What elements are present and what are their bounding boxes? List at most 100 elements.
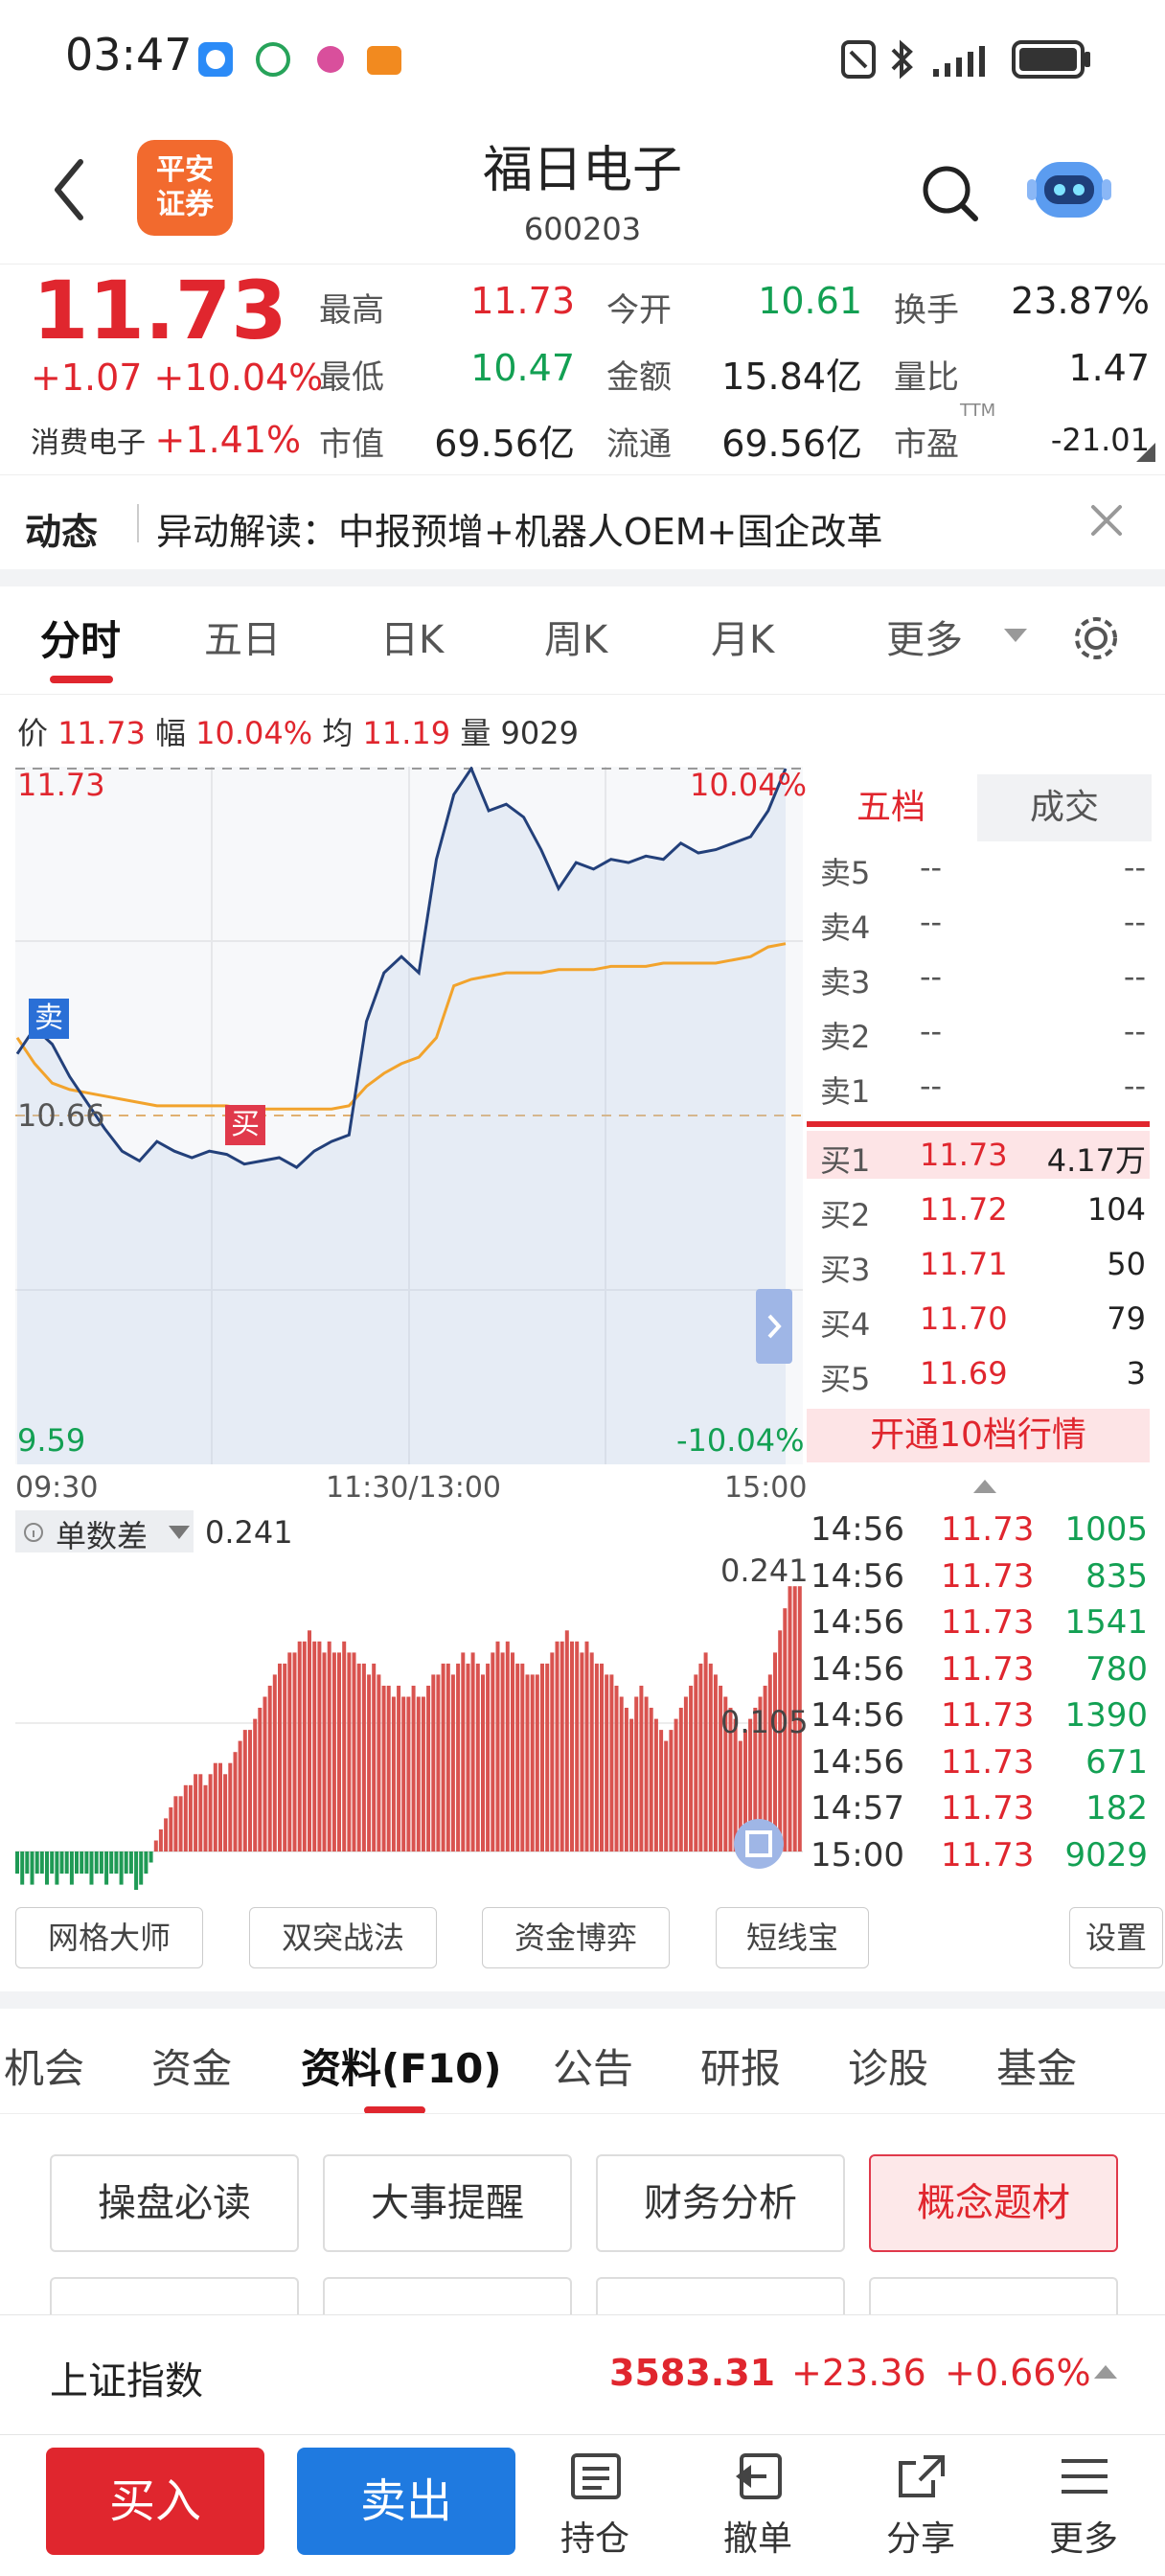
indicator-bar bbox=[213, 1762, 217, 1852]
menu-icon[interactable] bbox=[1058, 2451, 1111, 2505]
info-price-label: 价 bbox=[17, 715, 49, 751]
search-icon[interactable] bbox=[918, 161, 981, 228]
y-axis-bottom-label: 9.59 bbox=[17, 1422, 86, 1459]
f10-row2-button-1[interactable] bbox=[50, 2277, 299, 2317]
indicator-bar bbox=[594, 1663, 599, 1852]
expand-corner-icon[interactable] bbox=[1136, 443, 1155, 466]
chevron-down-icon[interactable] bbox=[1004, 629, 1027, 648]
indicator-bar bbox=[436, 1674, 441, 1852]
chart-info-line: 价 11.73 幅 10.04% 均 11.19 量 9029 bbox=[17, 709, 579, 753]
tab-diagnosis[interactable]: 诊股 bbox=[848, 2036, 928, 2095]
indicator-bar bbox=[104, 1852, 109, 1885]
indicator-bar bbox=[139, 1852, 144, 1885]
tab-more[interactable]: 更多 bbox=[886, 609, 963, 664]
indicator-bar bbox=[441, 1663, 445, 1852]
trade-price: 11.73 bbox=[941, 1789, 1035, 1828]
tab-monthly-k[interactable]: 月K bbox=[711, 609, 774, 664]
indicator-bar bbox=[689, 1686, 694, 1852]
tool-settings[interactable]: 设置 bbox=[1069, 1907, 1163, 1968]
tab-weekly-k[interactable]: 周K bbox=[544, 609, 607, 664]
tool-double-breakout[interactable]: 双突战法 bbox=[249, 1907, 437, 1968]
sell-marker[interactable]: 卖 bbox=[29, 999, 69, 1039]
x-axis-label-midday: 11:30/13:00 bbox=[326, 1471, 502, 1505]
bid-price: 11.69 bbox=[920, 1355, 1008, 1392]
indicator-bar bbox=[381, 1686, 386, 1852]
tab-daily-k[interactable]: 日K bbox=[380, 609, 444, 664]
sell-button[interactable]: 卖出 bbox=[297, 2448, 515, 2555]
nav-cancel-order[interactable]: 撤单 bbox=[700, 2511, 815, 2561]
indicator-bar bbox=[80, 1852, 84, 1874]
tool-fund-game[interactable]: 资金博弈 bbox=[482, 1907, 670, 1968]
tab-trade-ticks[interactable]: 成交 bbox=[977, 774, 1152, 841]
trade-price: 11.73 bbox=[941, 1835, 1035, 1874]
trade-volume: 1541 bbox=[1064, 1603, 1148, 1642]
sector-row[interactable]: 消费电子 +1.41% bbox=[31, 419, 301, 461]
indicator-bar bbox=[134, 1852, 139, 1890]
tab-five-day[interactable]: 五日 bbox=[204, 609, 281, 664]
section-tabs-divider bbox=[0, 2113, 1165, 2114]
tab-intraday[interactable]: 分时 bbox=[40, 609, 121, 667]
indicator-bar bbox=[584, 1641, 589, 1852]
indicator-bar bbox=[128, 1852, 133, 1874]
f10-row2-button-4[interactable] bbox=[869, 2277, 1118, 2317]
indicator-mid-label: 0.105 bbox=[720, 1704, 809, 1740]
indicator-bar-chart[interactable] bbox=[15, 1556, 803, 1890]
tab-funds[interactable]: 资金 bbox=[151, 2036, 232, 2095]
indicator-bar bbox=[361, 1663, 366, 1852]
upgrade-level10-button[interactable]: 开通10档行情 bbox=[807, 1409, 1150, 1462]
indicator-bar bbox=[69, 1852, 74, 1885]
x-axis-label-open: 09:30 bbox=[15, 1471, 99, 1505]
trade-time: 14:56 bbox=[811, 1649, 904, 1689]
f10-trading-essentials[interactable]: 操盘必读 bbox=[50, 2154, 299, 2252]
ask-volume: -- bbox=[1123, 1013, 1146, 1049]
buy-marker[interactable]: 买 bbox=[225, 1105, 265, 1145]
fullscreen-icon[interactable] bbox=[732, 1817, 786, 1874]
tool-grid-master[interactable]: 网格大师 bbox=[15, 1907, 203, 1968]
positions-icon[interactable] bbox=[569, 2451, 623, 2505]
tool-short-line[interactable]: 短线宝 bbox=[716, 1907, 869, 1968]
indicator-bar bbox=[64, 1852, 69, 1874]
indicator-bar bbox=[267, 1686, 272, 1852]
share-icon[interactable] bbox=[895, 2451, 948, 2505]
f10-row2-button-3[interactable] bbox=[596, 2277, 845, 2317]
stock-code: 600203 bbox=[523, 211, 642, 247]
indicator-bar bbox=[450, 1674, 455, 1852]
f10-concept-themes[interactable]: 概念题材 bbox=[869, 2154, 1118, 2252]
intraday-price-chart[interactable] bbox=[15, 767, 803, 1464]
info-icon[interactable] bbox=[23, 1522, 44, 1547]
y-axis-mid-label: 10.66 bbox=[17, 1097, 105, 1134]
info-vol-label: 量 bbox=[460, 715, 491, 751]
f10-financial-analysis[interactable]: 财务分析 bbox=[596, 2154, 845, 2252]
tab-announcements[interactable]: 公告 bbox=[553, 2036, 633, 2095]
indicator-bar bbox=[401, 1696, 406, 1852]
tab-opportunity[interactable]: 机会 bbox=[4, 2036, 84, 2095]
buy-button[interactable]: 买入 bbox=[46, 2448, 264, 2555]
bid-volume: 3 bbox=[1126, 1355, 1146, 1392]
nav-positions[interactable]: 持仓 bbox=[537, 2511, 652, 2561]
close-icon[interactable] bbox=[1089, 503, 1124, 541]
nav-share[interactable]: 分享 bbox=[863, 2511, 978, 2561]
indicator-bar bbox=[525, 1674, 530, 1852]
trade-time: 14:57 bbox=[811, 1789, 904, 1828]
f10-row2-button-2[interactable] bbox=[323, 2277, 572, 2317]
cancel-order-icon[interactable] bbox=[732, 2451, 786, 2505]
f10-event-reminder[interactable]: 大事提醒 bbox=[323, 2154, 572, 2252]
tab-order-book[interactable]: 五档 bbox=[807, 774, 975, 841]
tab-f10[interactable]: 资料(F10) bbox=[301, 2036, 502, 2095]
field-label-open: 今开 bbox=[606, 291, 672, 330]
tab-fund[interactable]: 基金 bbox=[996, 2036, 1077, 2095]
news-text[interactable]: 异动解读：中报预增+机器人OEM+国企改革 bbox=[156, 502, 882, 555]
nav-more[interactable]: 更多 bbox=[1026, 2511, 1141, 2561]
chevron-up-icon[interactable] bbox=[973, 1478, 996, 1497]
ask-volume: -- bbox=[1123, 958, 1146, 995]
robot-assistant-icon[interactable] bbox=[1027, 149, 1111, 229]
indicator-bar bbox=[278, 1663, 282, 1852]
index-expand-icon[interactable] bbox=[1094, 2363, 1117, 2384]
settings-gear-icon[interactable] bbox=[1071, 613, 1121, 667]
expand-panel-button[interactable] bbox=[756, 1289, 792, 1364]
field-value-pe: -21.01 bbox=[1050, 422, 1150, 458]
index-change: +23.36 bbox=[791, 2352, 926, 2394]
indicator-dropdown-icon[interactable] bbox=[169, 1526, 190, 1545]
ask-price: -- bbox=[920, 958, 943, 995]
tab-research[interactable]: 研报 bbox=[700, 2036, 781, 2095]
